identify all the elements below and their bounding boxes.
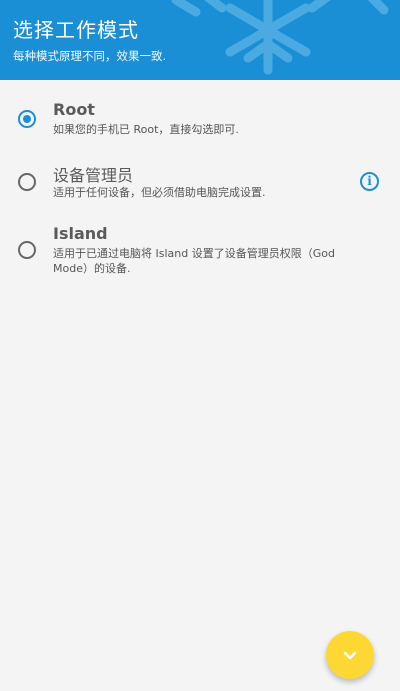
chevron-down-icon (343, 651, 357, 660)
option-island-description: 适用于已通过电脑将 Island 设置了设备管理员权限（God Mode）的设备… (53, 247, 335, 275)
next-fab-button[interactable] (326, 631, 374, 679)
option-root[interactable]: Root 如果您的手机已 Root，直接勾选即可. (0, 100, 400, 140)
page-subtitle: 每种模式原理不同，效果一致. (13, 49, 167, 63)
option-device-admin-title: 设备管理员 (53, 166, 134, 185)
radio-device-admin[interactable] (18, 173, 36, 191)
option-island-title: Island (53, 224, 108, 243)
app-header: 选择工作模式 每种模式原理不同，效果一致. (0, 0, 400, 80)
option-island[interactable]: Island 适用于已通过电脑将 Island 设置了设备管理员权限（God M… (0, 224, 400, 280)
info-icon[interactable]: i (360, 172, 379, 191)
option-device-admin-description: 适用于任何设备，但必须借助电脑完成设置. (53, 186, 266, 199)
page-title: 选择工作模式 (13, 18, 139, 42)
radio-island[interactable] (18, 241, 36, 259)
option-root-description: 如果您的手机已 Root，直接勾选即可. (53, 123, 239, 136)
radio-root[interactable] (18, 110, 36, 128)
option-root-title: Root (53, 100, 95, 119)
option-device-admin[interactable]: 设备管理员 适用于任何设备，但必须借助电脑完成设置. i (0, 162, 400, 202)
